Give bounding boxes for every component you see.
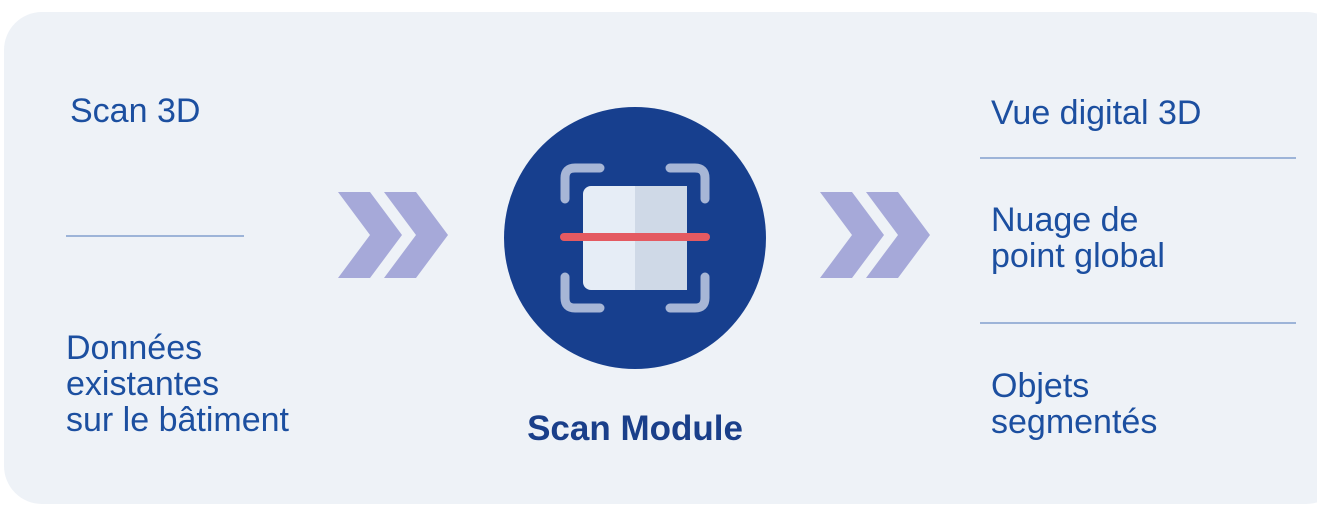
double-chevron-right-icon <box>338 192 448 278</box>
scan-icon <box>560 163 710 313</box>
right-divider-1 <box>980 157 1296 159</box>
output-objets-segmentes: Objets segmentés <box>991 367 1158 441</box>
scan-module-label: Scan Module <box>527 409 743 448</box>
double-chevron-right-icon <box>820 192 930 278</box>
output-vue-digital: Vue digital 3D <box>991 94 1202 132</box>
output-nuage-de-point: Nuage de point global <box>991 201 1165 275</box>
left-bottom-label: Données existantes sur le bâtiment <box>66 329 289 439</box>
left-top-label: Scan 3D <box>70 92 201 130</box>
right-divider-2 <box>980 322 1296 324</box>
left-divider <box>66 235 244 237</box>
